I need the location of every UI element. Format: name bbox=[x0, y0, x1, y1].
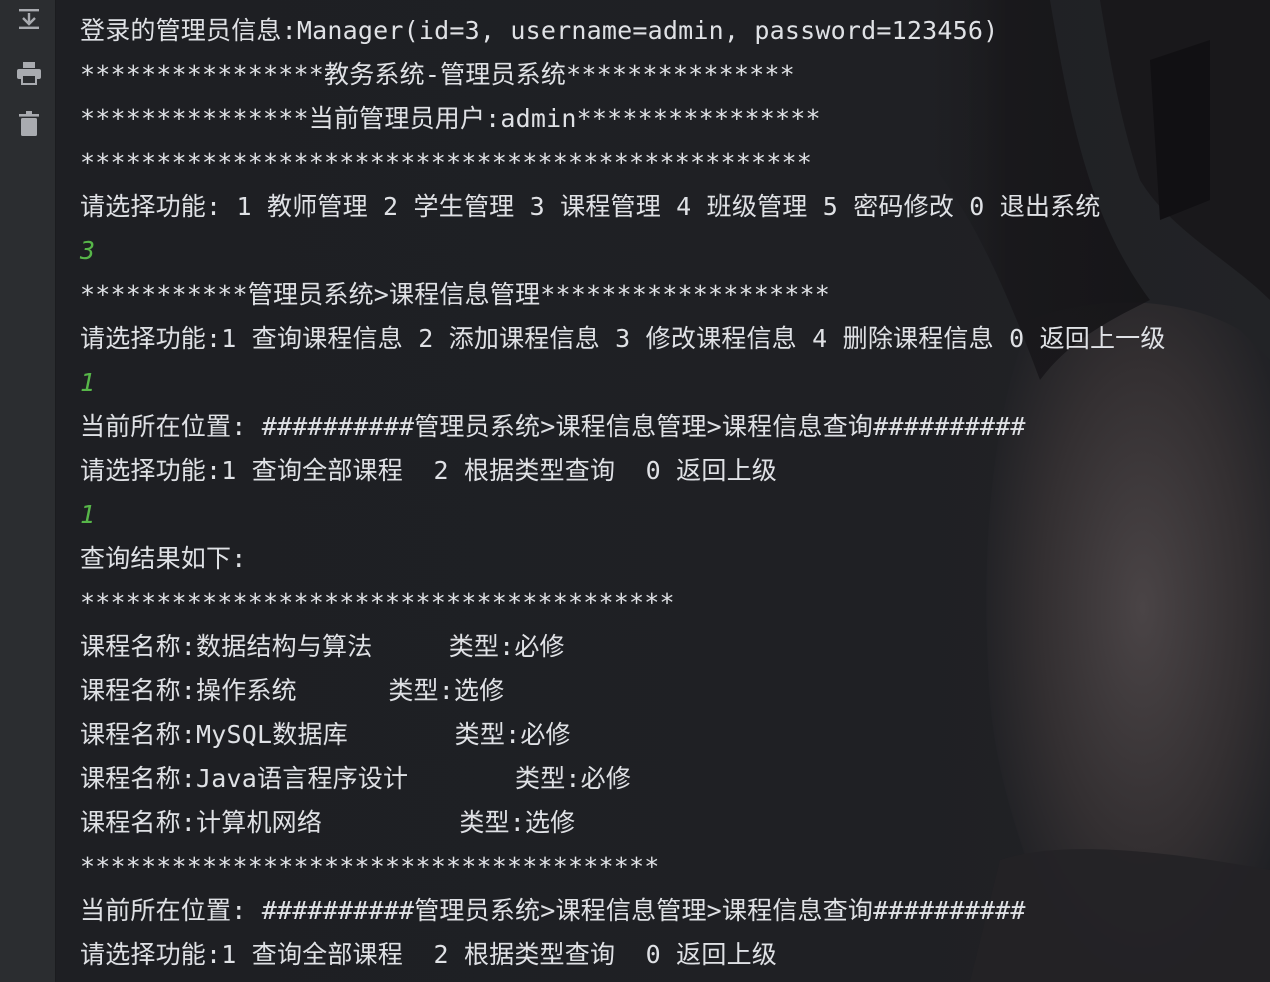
console-output-line: 登录的管理员信息:Manager(id=3, username=admin, p… bbox=[80, 16, 999, 45]
print-icon[interactable] bbox=[15, 59, 43, 87]
console-output-line: *************************************** bbox=[80, 588, 675, 617]
console-output-line: 请选择功能:1 查询全部课程 2 根据类型查询 0 返回上级 bbox=[80, 456, 777, 485]
console-output-line: 课程名称:操作系统 类型:选修 bbox=[80, 676, 505, 705]
console-output-line: 请选择功能:1 查询课程信息 2 添加课程信息 3 修改课程信息 4 删除课程信… bbox=[80, 324, 1166, 353]
console-output-line: 查询结果如下: bbox=[80, 544, 247, 573]
trash-icon[interactable] bbox=[15, 110, 43, 138]
console-output-line: 课程名称:计算机网络 类型:选修 bbox=[80, 808, 576, 837]
console-output-line: ***********管理员系统>课程信息管理*****************… bbox=[80, 280, 830, 309]
console-output-line: ****************************************… bbox=[80, 148, 813, 177]
run-console-window: 登录的管理员信息:Manager(id=3, username=admin, p… bbox=[0, 0, 1270, 982]
console-output-line: ****************教务系统-管理员系统**************… bbox=[80, 60, 795, 89]
console-output-line: ************************************** bbox=[80, 852, 660, 881]
console-output-line: 请选择功能: 1 教师管理 2 学生管理 3 课程管理 4 班级管理 5 密码修… bbox=[80, 192, 1101, 221]
console-output-line: 当前所在位置: ##########管理员系统>课程信息管理>课程信息查询###… bbox=[80, 896, 1026, 925]
console-output-line: 课程名称:MySQL数据库 类型:必修 bbox=[80, 720, 571, 749]
user-input-line: 1 bbox=[80, 368, 96, 397]
console-output-line: ***************当前管理员用户:admin************… bbox=[80, 104, 821, 133]
console-lines: 登录的管理员信息:Manager(id=3, username=admin, p… bbox=[80, 9, 1166, 977]
console-output-line: 请选择功能:1 查询全部课程 2 根据类型查询 0 返回上级 bbox=[80, 940, 777, 969]
console-output-line: 课程名称:数据结构与算法 类型:必修 bbox=[80, 632, 565, 661]
user-input-line: 3 bbox=[80, 236, 96, 265]
console-output[interactable]: 登录的管理员信息:Manager(id=3, username=admin, p… bbox=[56, 0, 1270, 982]
console-output-line: 当前所在位置: ##########管理员系统>课程信息管理>课程信息查询###… bbox=[80, 412, 1026, 441]
download-icon[interactable] bbox=[15, 5, 43, 33]
console-output-line: 课程名称:Java语言程序设计 类型:必修 bbox=[80, 764, 632, 793]
user-input-line: 1 bbox=[80, 500, 96, 529]
clipped-previous-line bbox=[80, 0, 980, 2]
console-toolbar bbox=[0, 0, 56, 982]
